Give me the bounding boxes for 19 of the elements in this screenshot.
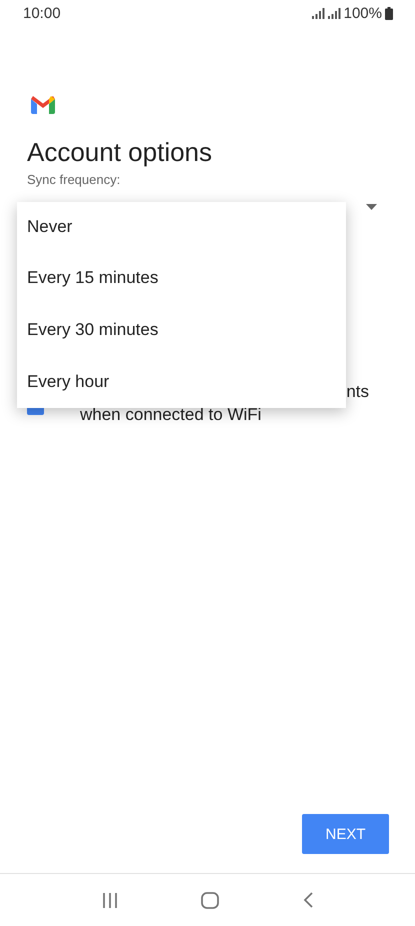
page-title: Account options xyxy=(27,136,214,168)
dropdown-option[interactable]: Never xyxy=(17,202,346,252)
signal-icon xyxy=(312,8,325,18)
battery-percentage: 100% xyxy=(344,4,382,22)
mail-logo-icon xyxy=(31,96,55,114)
dropdown-option[interactable]: Every hour xyxy=(17,356,346,408)
back-icon[interactable] xyxy=(303,892,314,908)
next-button[interactable]: NEXT xyxy=(302,814,389,854)
dropdown-option[interactable]: Every 30 minutes xyxy=(17,304,346,356)
checkbox-label: when connected to WiFi xyxy=(80,405,262,424)
signal-icon xyxy=(328,8,341,18)
dropdown-option[interactable]: Every 15 minutes xyxy=(17,252,346,304)
home-icon[interactable] xyxy=(201,892,220,908)
checkbox-label: nts xyxy=(346,381,369,402)
recent-apps-icon[interactable] xyxy=(102,892,118,908)
clock-time: 10:00 xyxy=(23,4,61,22)
battery-icon xyxy=(385,6,393,20)
dropdown-arrow-icon[interactable] xyxy=(366,204,377,210)
field-label: Sync frequency: xyxy=(27,172,122,187)
